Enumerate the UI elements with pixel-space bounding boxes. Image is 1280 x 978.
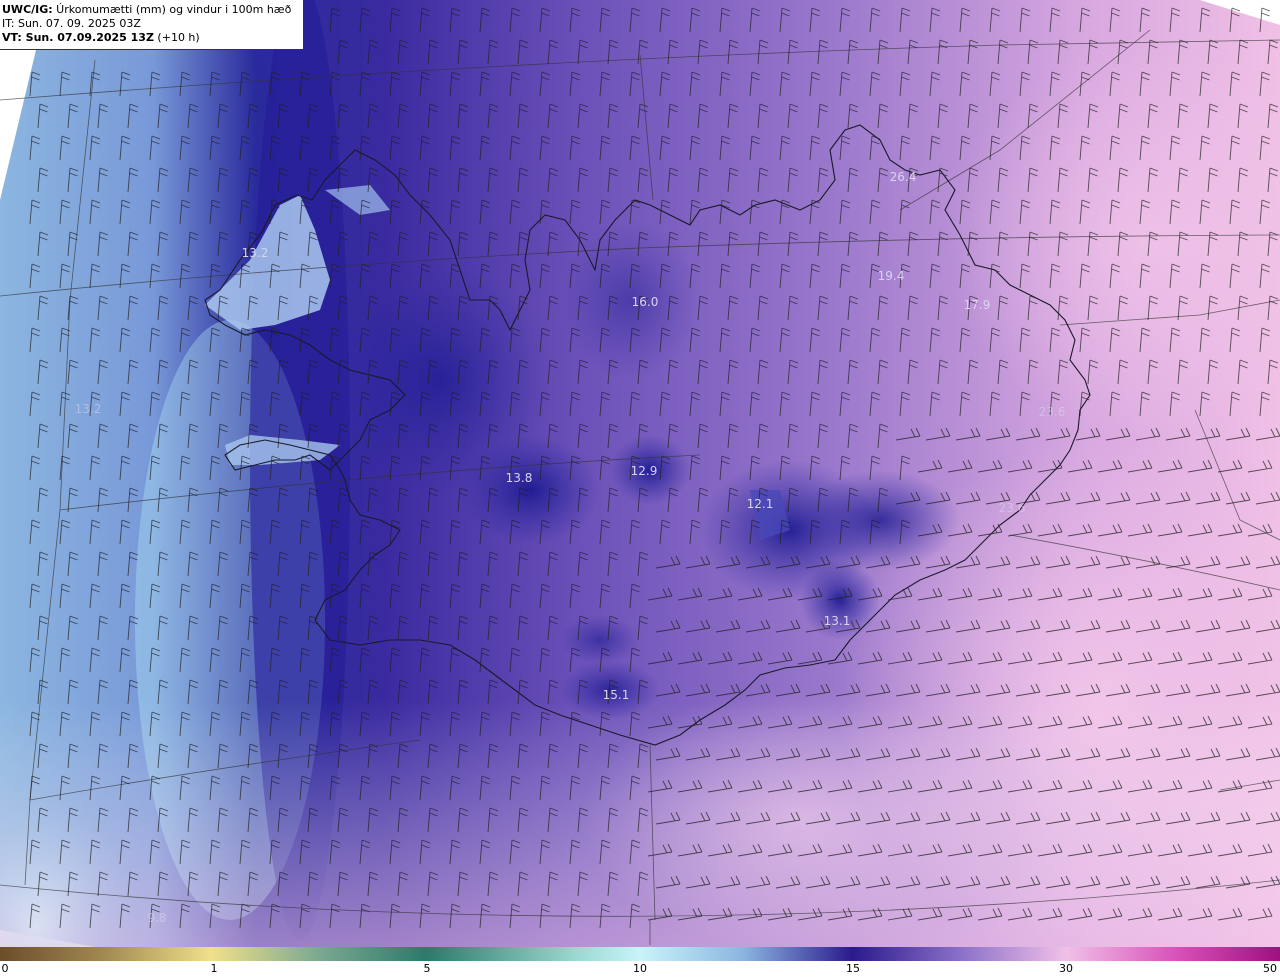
colorbar-tick: 0 xyxy=(1,962,9,975)
value-label: 13.1 xyxy=(824,614,851,628)
value-label: 19.4 xyxy=(878,269,905,283)
colorbar-tick: 1 xyxy=(210,962,218,975)
colorbar-tick: 50 xyxy=(1263,962,1277,975)
value-label: 12.9 xyxy=(631,464,658,478)
value-label: 16.0 xyxy=(632,295,659,309)
colorbar-tick: 30 xyxy=(1059,962,1073,975)
model-code: UWC/IG: xyxy=(2,3,53,16)
map-header: UWC/IG: Úrkomumætti (mm) og vindur i 100… xyxy=(0,0,304,50)
value-label: 17.9 xyxy=(964,298,991,312)
valid-time-line: VT: Sun. 07.09.2025 13Z (+10 h) xyxy=(2,31,303,45)
colorbar-tick: 5 xyxy=(423,962,431,975)
forecast-map: 13.2 16.0 26.4 19.4 17.9 13.2 23.6 13.8 … xyxy=(0,0,1280,978)
lead-time: (+10 h) xyxy=(153,31,200,44)
value-label: 13.8 xyxy=(506,471,533,485)
value-label: 13.2 xyxy=(242,246,269,260)
value-label: 23.6 xyxy=(999,501,1026,515)
init-time: IT: Sun. 07. 09. 2025 03Z xyxy=(2,17,141,30)
colorbar-labels: 0 1 5 10 15 30 50 xyxy=(0,962,1280,978)
colorbar-tick: 10 xyxy=(633,962,647,975)
value-label: 23.6 xyxy=(1039,405,1066,419)
valid-time: VT: Sun. 07.09.2025 13Z xyxy=(2,31,154,44)
value-label: 15.1 xyxy=(603,688,630,702)
map-title: Úrkomumætti (mm) og vindur i 100m hæð xyxy=(52,3,292,16)
colorbar xyxy=(0,947,1280,961)
header-title-line: UWC/IG: Úrkomumætti (mm) og vindur i 100… xyxy=(2,3,303,17)
value-label: 26.4 xyxy=(890,170,917,184)
colorbar-tick: 15 xyxy=(846,962,860,975)
precipitable-water-map: 13.2 16.0 26.4 19.4 17.9 13.2 23.6 13.8 … xyxy=(0,0,1280,960)
value-label: 9.8 xyxy=(147,911,166,925)
value-label: 12.1 xyxy=(747,497,774,511)
value-label: 13.2 xyxy=(75,402,102,416)
